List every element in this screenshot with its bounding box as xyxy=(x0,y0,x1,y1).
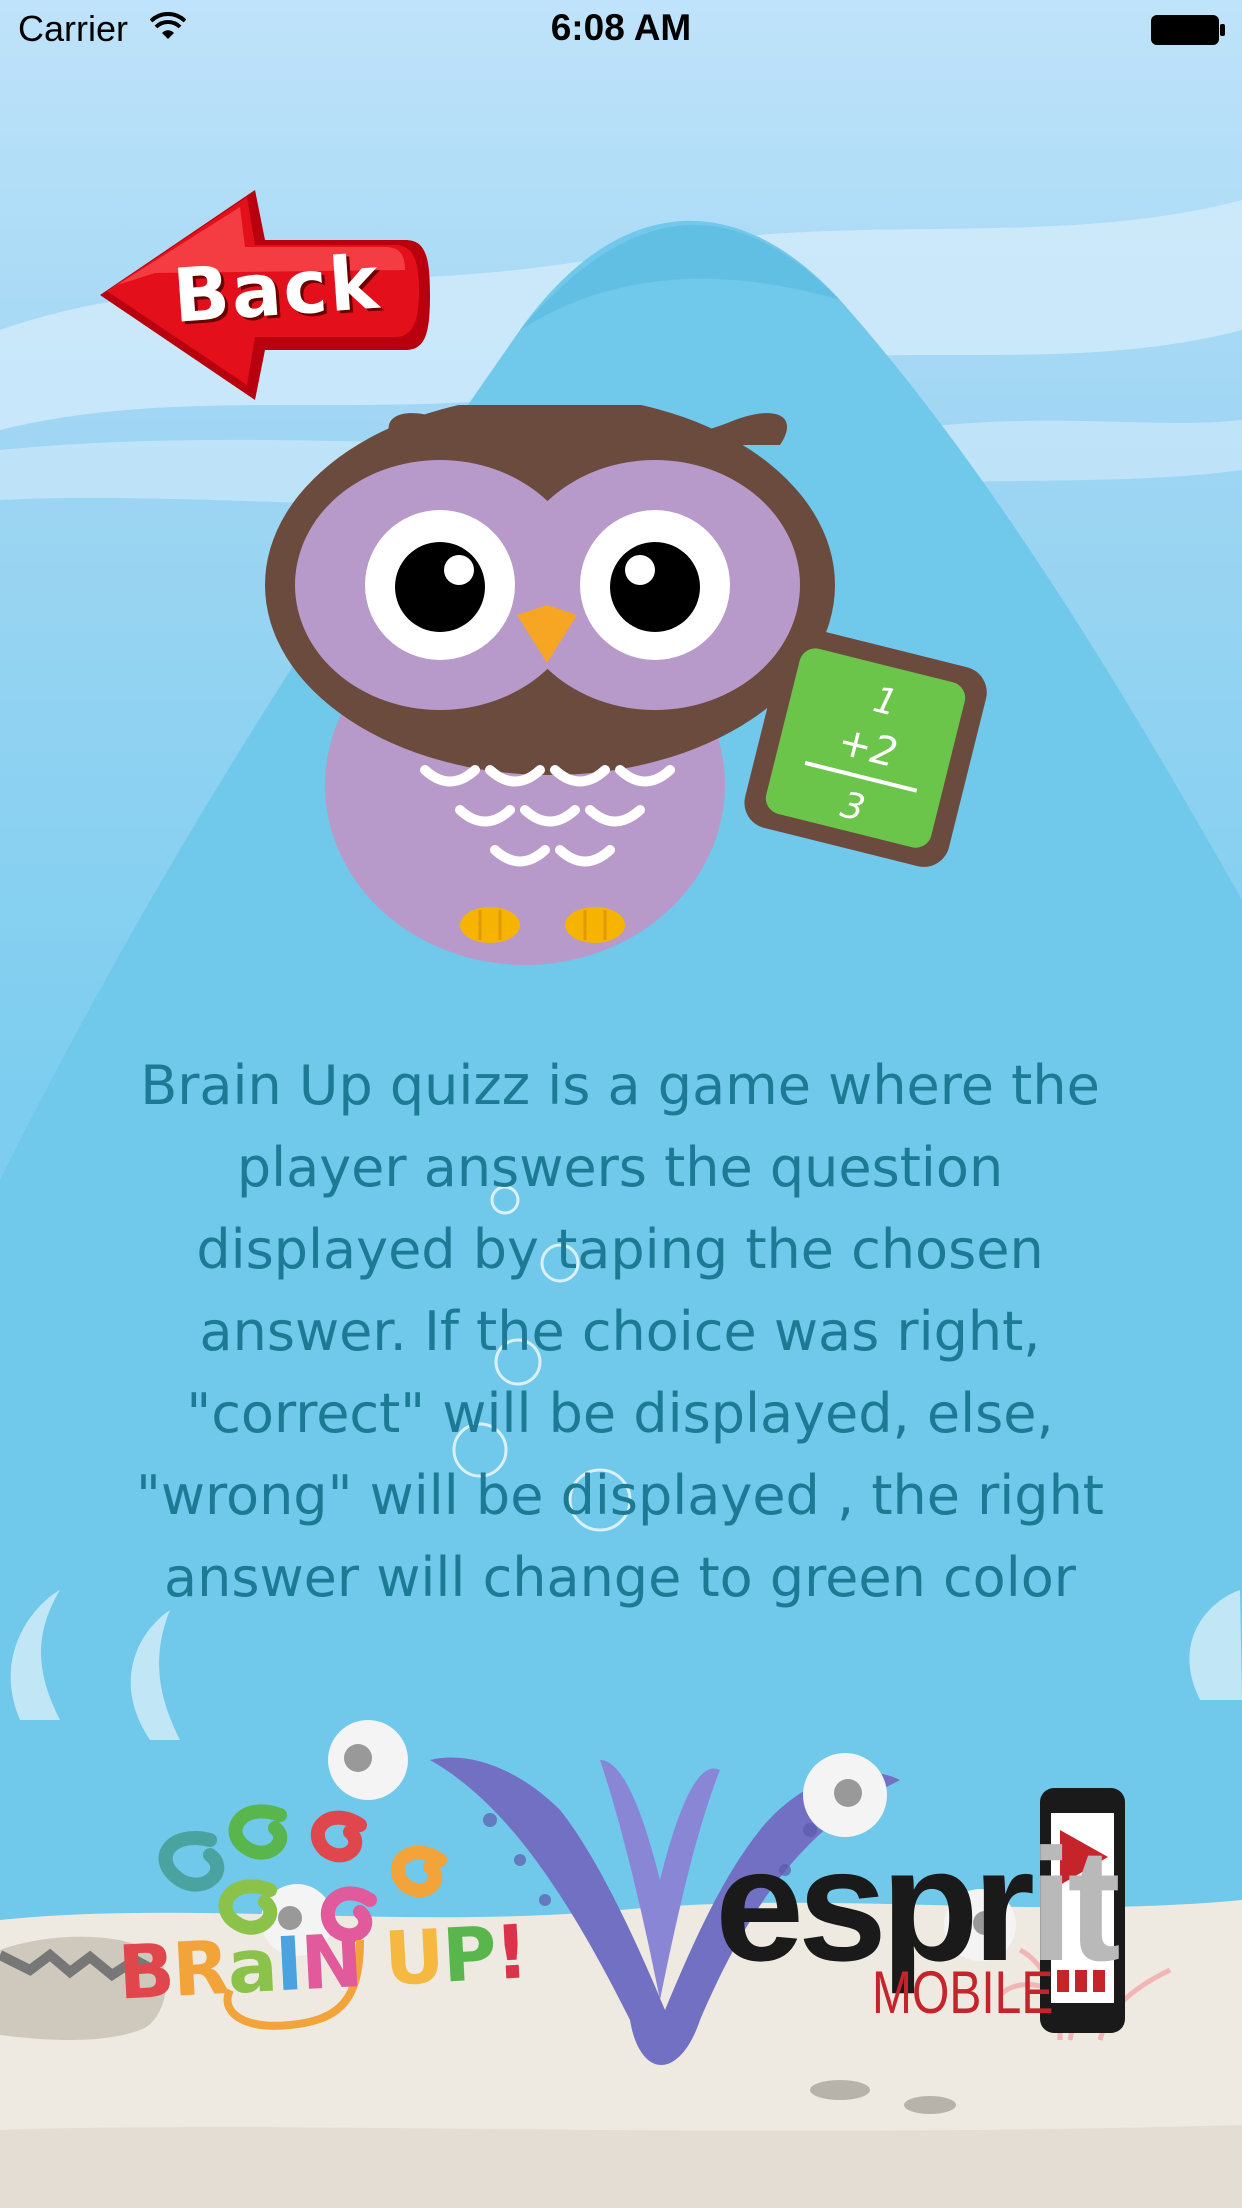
brain-letter: P xyxy=(440,1911,497,2000)
owl-mascot-illustration: 1 +2 3 xyxy=(265,405,987,965)
screen: Carrier 6:08 AM Back 1 +2 3 Brain Up qui… xyxy=(0,0,1242,2208)
brain-letter: a xyxy=(225,1922,278,2011)
game-description-text: Brain Up quizz is a game where the playe… xyxy=(136,1054,1104,1609)
status-bar: Carrier 6:08 AM xyxy=(0,0,1242,60)
esprit-mobile-subtitle: MOBILE xyxy=(872,1959,1054,2026)
status-time: 6:08 AM xyxy=(550,7,692,48)
brain-letter: N xyxy=(298,1918,364,2008)
back-button-label: Back xyxy=(170,239,384,340)
battery-icon xyxy=(1151,15,1225,45)
brain-letter: R xyxy=(170,1925,230,2014)
brain-letter: B xyxy=(116,1927,175,2017)
brain-letter: U xyxy=(382,1913,445,2003)
brain-letter: ! xyxy=(492,1909,529,1997)
back-button[interactable]: Back xyxy=(95,185,435,405)
